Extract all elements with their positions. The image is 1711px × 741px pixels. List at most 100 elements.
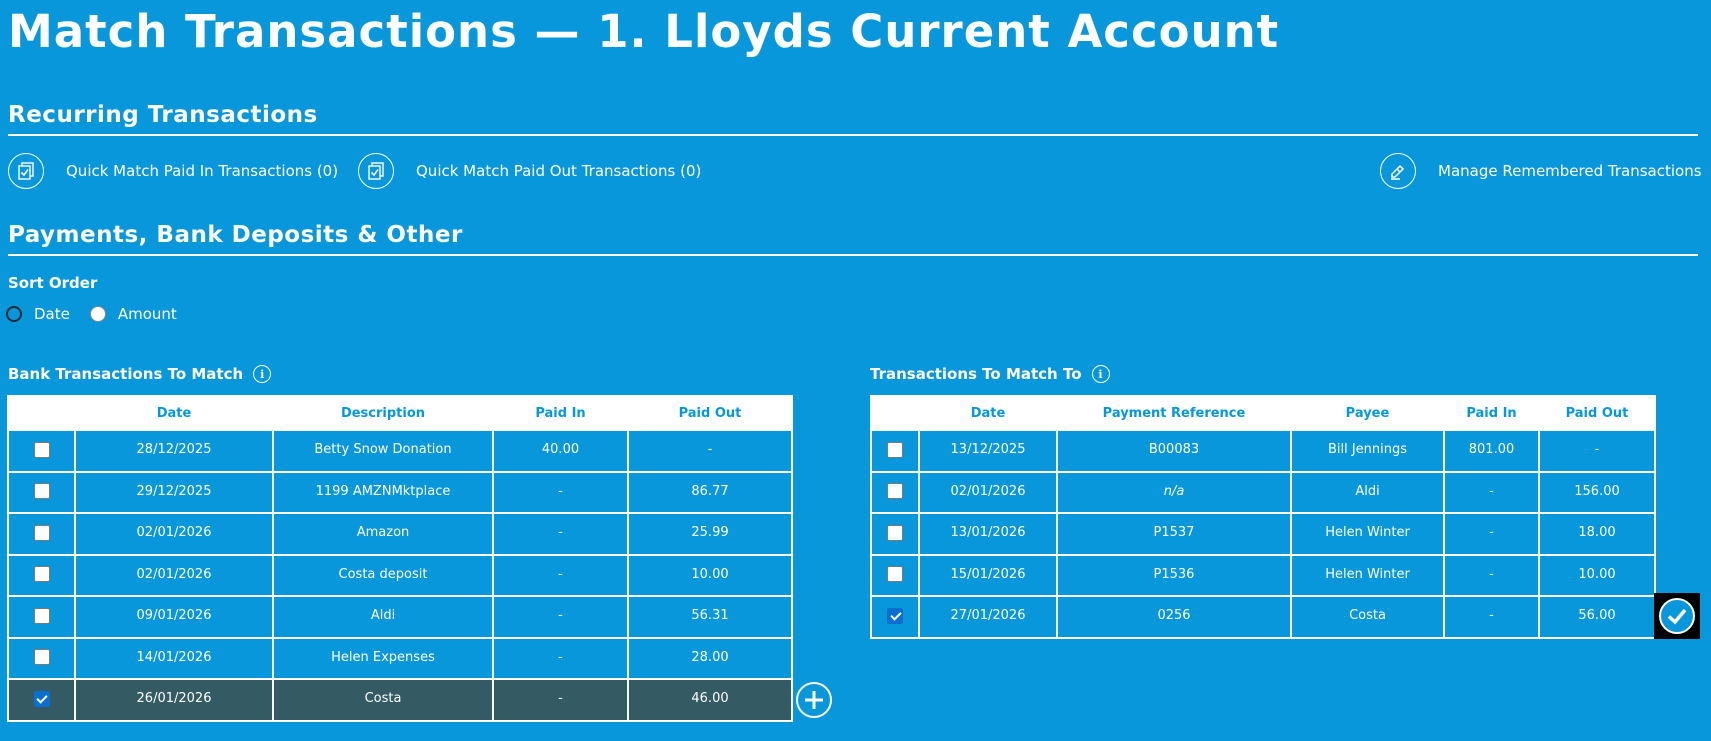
row-paid-out: 46.00 bbox=[627, 678, 793, 722]
sort-amount-label: Amount bbox=[117, 305, 177, 323]
row-description: Costa deposit bbox=[272, 553, 494, 597]
check-circle-icon bbox=[1659, 598, 1695, 634]
pencil-eraser-icon bbox=[1380, 153, 1416, 189]
sort-option-amount[interactable]: Amount bbox=[89, 305, 177, 323]
row-paid-in: - bbox=[492, 678, 629, 722]
row-paid-in: - bbox=[492, 636, 629, 680]
table-row[interactable]: 09/01/2026 Aldi - 56.31 bbox=[7, 595, 793, 639]
table-row-selected[interactable]: 26/01/2026 Costa - 46.00 bbox=[7, 678, 793, 722]
column-header-paid-in[interactable]: Paid In bbox=[1443, 395, 1540, 431]
row-paid-out: 25.99 bbox=[627, 512, 793, 556]
row-paid-out: 28.00 bbox=[627, 636, 793, 680]
row-paid-in: 801.00 bbox=[1443, 429, 1540, 473]
table-header-row: Date Description Paid In Paid Out bbox=[7, 395, 793, 431]
row-paid-out: 18.00 bbox=[1538, 512, 1656, 556]
bank-table-title: Bank Transactions To Match i bbox=[8, 365, 272, 383]
payments-section-heading: Payments, Bank Deposits & Other bbox=[8, 220, 1698, 256]
plus-circle-icon bbox=[805, 691, 823, 709]
row-payee: Helen Winter bbox=[1290, 553, 1445, 597]
row-paid-in: - bbox=[1443, 512, 1540, 556]
row-paid-in: - bbox=[1443, 470, 1540, 514]
row-payee: Helen Winter bbox=[1290, 512, 1445, 556]
sort-date-radio[interactable] bbox=[6, 306, 22, 322]
row-paid-in: - bbox=[492, 595, 629, 639]
table-row[interactable]: 13/01/2026 P1537 Helen Winter - 18.00 bbox=[870, 512, 1656, 556]
row-checkbox[interactable] bbox=[33, 607, 50, 624]
quick-match-paid-in-label: Quick Match Paid In Transactions (0) bbox=[66, 162, 339, 180]
row-checkbox-checked[interactable] bbox=[887, 607, 903, 624]
row-paid-out: - bbox=[627, 429, 793, 473]
row-description: 1199 AMZNMktplace bbox=[272, 470, 494, 514]
recurring-section-heading: Recurring Transactions bbox=[8, 100, 1698, 136]
page-title: Match Transactions — 1. Lloyds Current A… bbox=[8, 5, 1280, 58]
row-description: Amazon bbox=[272, 512, 494, 556]
row-select-cell bbox=[870, 470, 920, 514]
column-header-select bbox=[7, 395, 76, 431]
row-payee: Costa bbox=[1290, 595, 1445, 639]
sort-order-options: Date Amount bbox=[6, 305, 197, 323]
column-header-paid-out[interactable]: Paid Out bbox=[627, 395, 793, 431]
row-checkbox[interactable] bbox=[33, 566, 50, 583]
clipboard-check-icon bbox=[358, 153, 394, 189]
row-paid-out: 56.31 bbox=[627, 595, 793, 639]
row-select-cell bbox=[7, 429, 76, 473]
sort-amount-radio[interactable] bbox=[89, 306, 106, 322]
row-payee: Bill Jennings bbox=[1290, 429, 1445, 473]
row-checkbox-checked[interactable] bbox=[33, 690, 50, 707]
confirm-match-button[interactable] bbox=[1654, 593, 1700, 639]
match-transactions-table: Date Payment Reference Payee Paid In Pai… bbox=[870, 395, 1656, 639]
info-icon[interactable]: i bbox=[253, 365, 272, 383]
column-header-date[interactable]: Date bbox=[918, 395, 1058, 431]
row-paid-out: 10.00 bbox=[627, 553, 793, 597]
table-row[interactable]: 13/12/2025 B00083 Bill Jennings 801.00 - bbox=[870, 429, 1656, 473]
column-header-payee[interactable]: Payee bbox=[1290, 395, 1445, 431]
row-select-cell bbox=[7, 512, 76, 556]
table-row[interactable]: 27/01/2026 0256 Costa - 56.00 bbox=[870, 595, 1656, 639]
row-reference: P1537 bbox=[1056, 512, 1292, 556]
row-checkbox[interactable] bbox=[887, 524, 903, 541]
column-header-paid-out[interactable]: Paid Out bbox=[1538, 395, 1656, 431]
row-paid-out: 56.00 bbox=[1538, 595, 1656, 639]
table-row[interactable]: 02/01/2026 n/a Aldi - 156.00 bbox=[870, 470, 1656, 514]
row-select-cell bbox=[7, 553, 76, 597]
row-date: 14/01/2026 bbox=[74, 636, 274, 680]
row-paid-in: - bbox=[1443, 595, 1540, 639]
sort-option-date[interactable]: Date bbox=[6, 305, 70, 323]
table-row[interactable]: 15/01/2026 P1536 Helen Winter - 10.00 bbox=[870, 553, 1656, 597]
table-row[interactable]: 29/12/2025 1199 AMZNMktplace - 86.77 bbox=[7, 470, 793, 514]
quick-match-paid-in-link[interactable]: Quick Match Paid In Transactions (0) bbox=[8, 152, 338, 190]
row-checkbox[interactable] bbox=[887, 441, 903, 458]
column-header-paid-in[interactable]: Paid In bbox=[492, 395, 629, 431]
manage-remembered-label: Manage Remembered Transactions bbox=[1438, 162, 1702, 180]
row-date: 02/01/2026 bbox=[918, 470, 1058, 514]
row-payee: Aldi bbox=[1290, 470, 1445, 514]
match-table-title-text: Transactions To Match To bbox=[870, 365, 1082, 383]
row-checkbox[interactable] bbox=[33, 524, 50, 541]
row-checkbox[interactable] bbox=[887, 566, 903, 583]
table-row[interactable]: 02/01/2026 Costa deposit - 10.00 bbox=[7, 553, 793, 597]
info-icon[interactable]: i bbox=[1091, 365, 1110, 383]
table-row[interactable]: 02/01/2026 Amazon - 25.99 bbox=[7, 512, 793, 556]
sort-date-label: Date bbox=[34, 305, 70, 323]
column-header-description[interactable]: Description bbox=[272, 395, 494, 431]
row-select-cell bbox=[870, 595, 920, 639]
column-header-payment-reference[interactable]: Payment Reference bbox=[1056, 395, 1292, 431]
row-date: 28/12/2025 bbox=[74, 429, 274, 473]
row-checkbox[interactable] bbox=[33, 441, 50, 458]
column-header-date[interactable]: Date bbox=[74, 395, 274, 431]
row-checkbox[interactable] bbox=[33, 649, 50, 666]
row-description: Betty Snow Donation bbox=[272, 429, 494, 473]
row-date: 13/01/2026 bbox=[918, 512, 1058, 556]
row-checkbox[interactable] bbox=[887, 483, 903, 500]
manage-remembered-link[interactable]: Manage Remembered Transactions bbox=[1380, 152, 1702, 190]
row-select-cell bbox=[7, 636, 76, 680]
quick-match-paid-out-link[interactable]: Quick Match Paid Out Transactions (0) bbox=[358, 152, 701, 190]
table-row[interactable]: 28/12/2025 Betty Snow Donation 40.00 - bbox=[7, 429, 793, 473]
row-select-cell bbox=[870, 512, 920, 556]
row-paid-out: 156.00 bbox=[1538, 470, 1656, 514]
table-row[interactable]: 14/01/2026 Helen Expenses - 28.00 bbox=[7, 636, 793, 680]
add-transaction-button[interactable] bbox=[796, 682, 832, 718]
sort-order-label: Sort Order bbox=[8, 274, 98, 292]
row-checkbox[interactable] bbox=[33, 483, 50, 500]
row-paid-out: 10.00 bbox=[1538, 553, 1656, 597]
